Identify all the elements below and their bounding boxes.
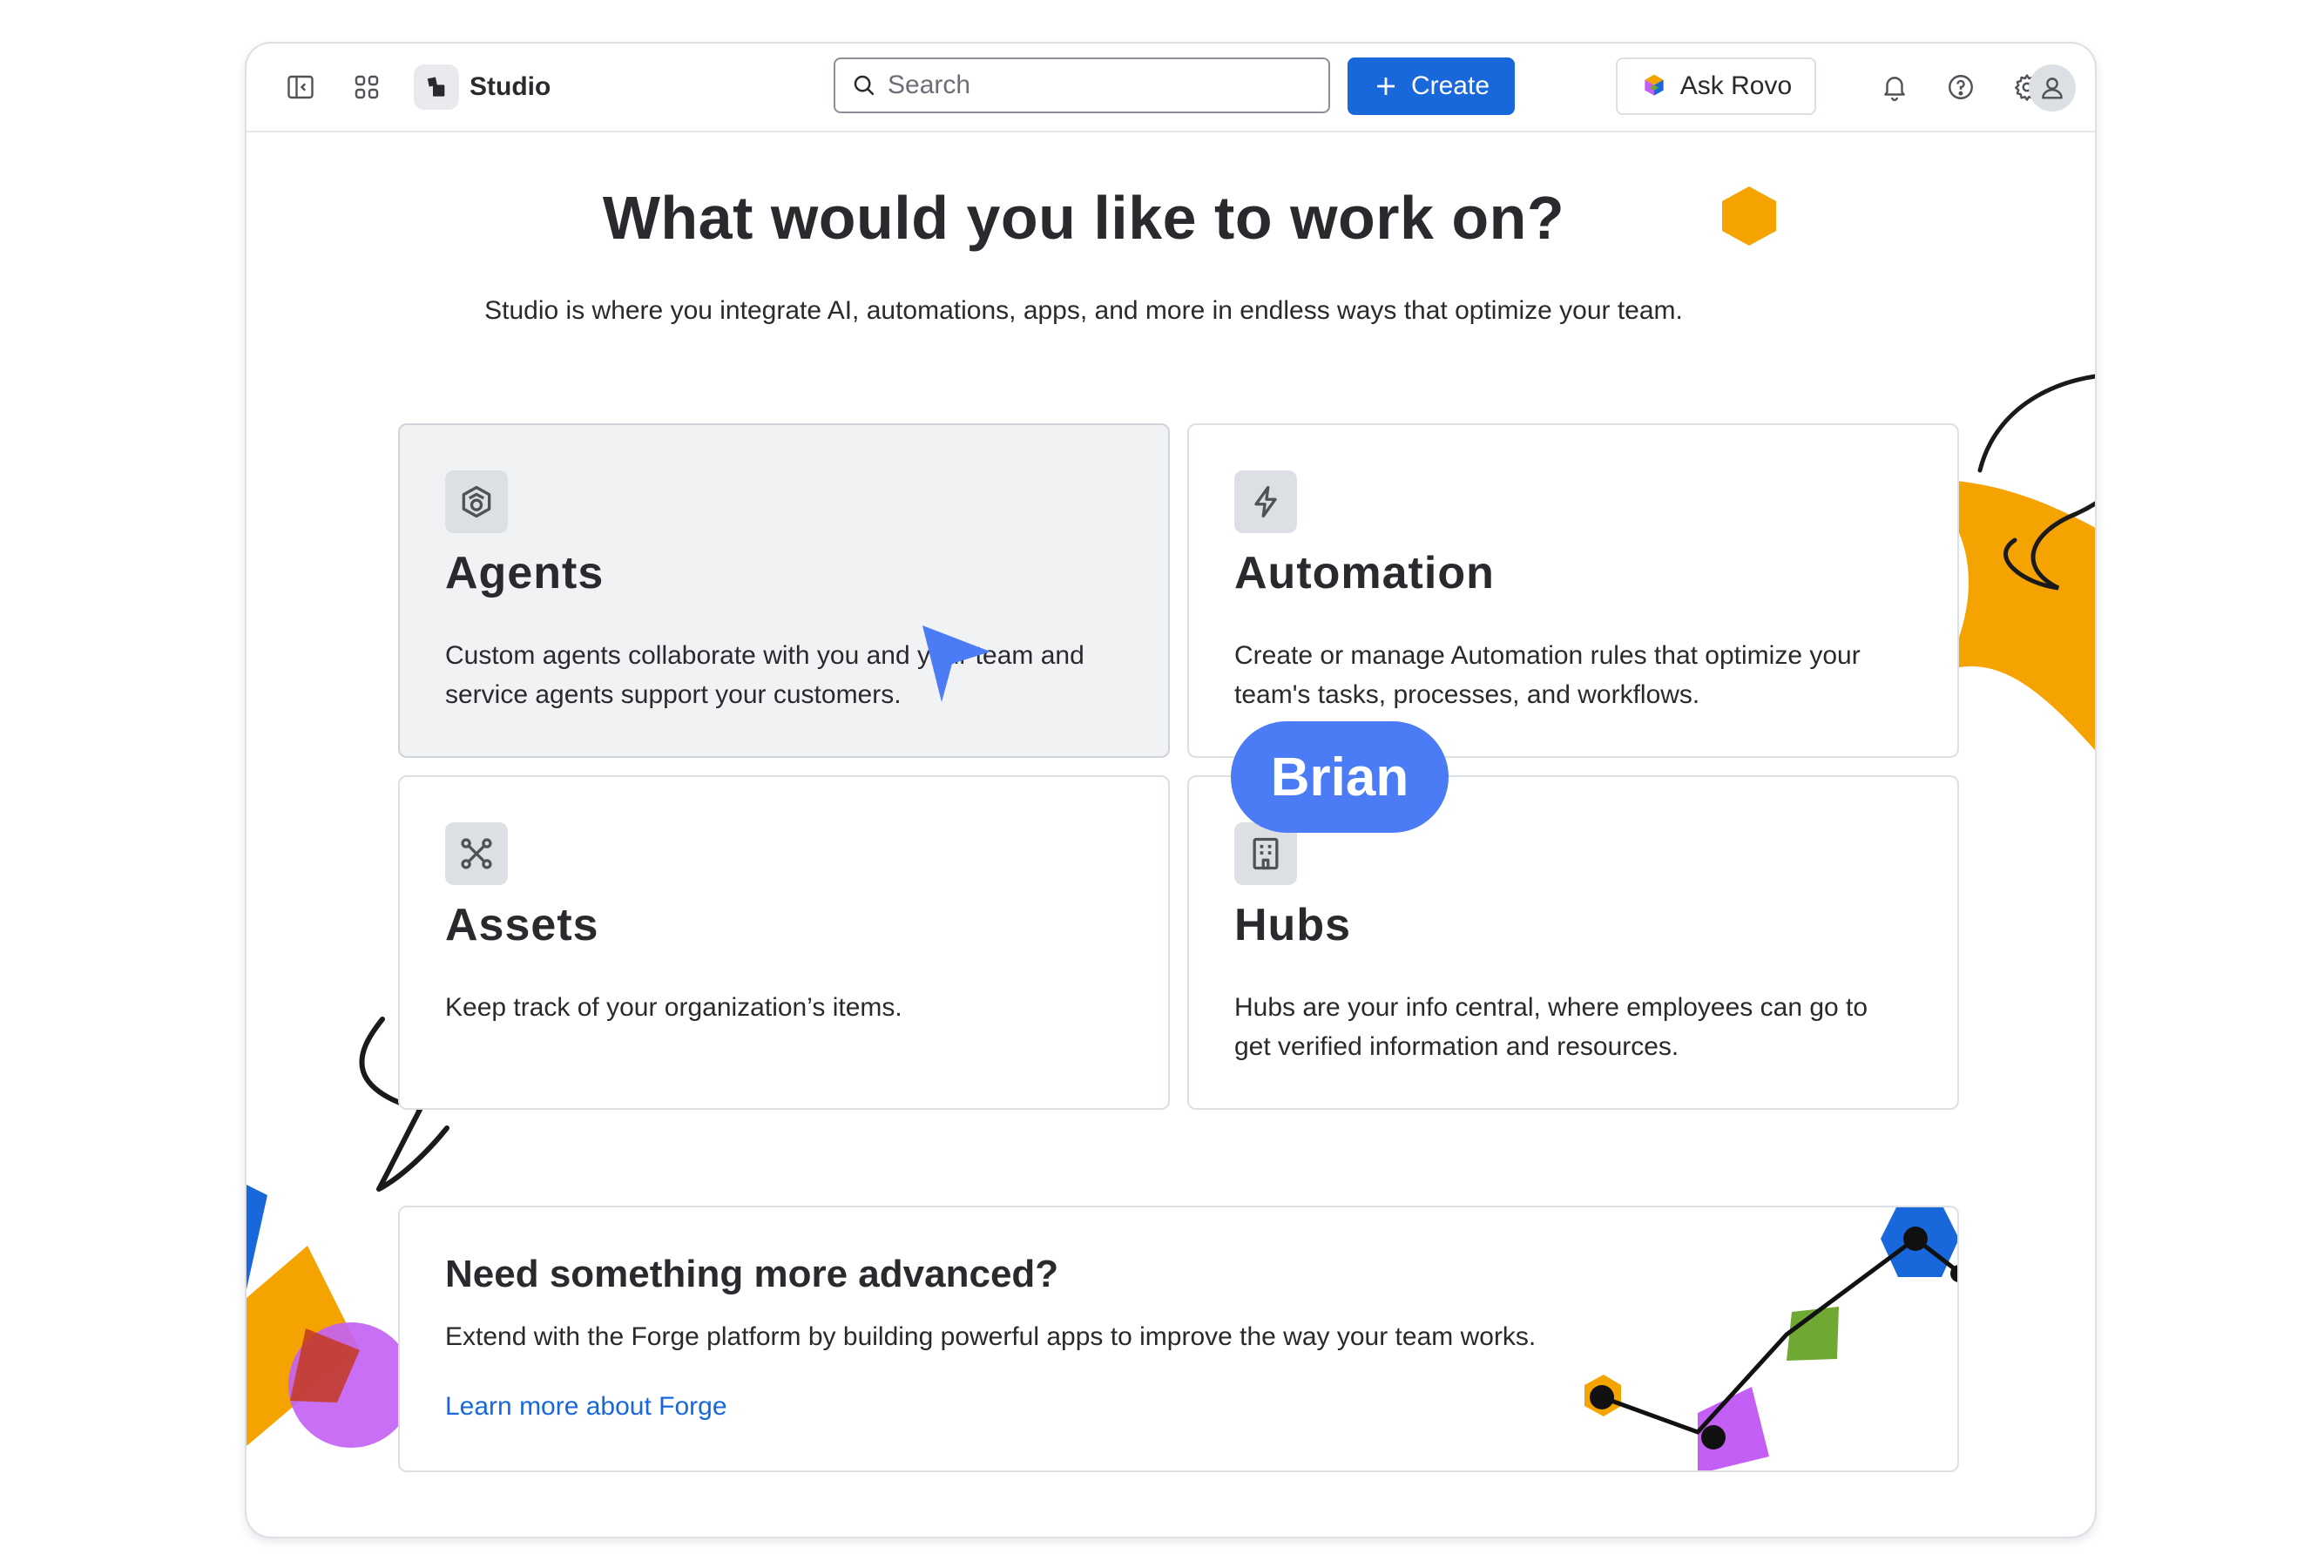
- search-input[interactable]: [888, 71, 1288, 100]
- collaborator-name-tag: Brian: [1231, 721, 1449, 833]
- agents-card[interactable]: Agents Custom agents collaborate with yo…: [398, 423, 1170, 758]
- page-subtitle: Studio is where you integrate AI, automa…: [484, 296, 1683, 325]
- card-title: Hubs: [1234, 900, 1351, 950]
- collaborator-cursor-icon: [922, 625, 990, 702]
- bell-icon[interactable]: [1872, 64, 1917, 110]
- forge-graph-decoration: [1584, 1207, 1957, 1470]
- card-title: Agents: [445, 548, 605, 598]
- ask-rovo-button[interactable]: Ask Rovo: [1616, 57, 1816, 115]
- studio-window: Studio Create: [245, 42, 2097, 1538]
- search-icon: [851, 72, 877, 98]
- rovo-icon: [1640, 72, 1668, 100]
- plus-icon: [1373, 73, 1399, 99]
- automation-card[interactable]: Automation Create or manage Automation r…: [1187, 423, 1959, 758]
- help-icon[interactable]: [1938, 64, 1983, 110]
- forge-title: Need something more advanced?: [445, 1253, 1059, 1295]
- forge-description: Extend with the Forge platform by buildi…: [445, 1322, 1537, 1351]
- studio-logo-icon[interactable]: [414, 64, 459, 110]
- page-headline: What would you like to work on?: [602, 184, 1565, 252]
- create-button[interactable]: Create: [1348, 57, 1515, 115]
- search-field[interactable]: [834, 57, 1330, 113]
- learn-more-forge-link[interactable]: Learn more about Forge: [445, 1392, 727, 1422]
- top-navigation-bar: Studio Create: [247, 44, 2095, 132]
- card-title: Assets: [445, 900, 599, 950]
- card-description: Create or manage Automation rules that o…: [1234, 641, 1861, 709]
- nodes-icon: [445, 822, 508, 885]
- agent-hexagon-icon: [445, 470, 508, 533]
- card-description: Custom agents collaborate with you and y…: [445, 641, 1084, 709]
- user-icon: [2037, 73, 2067, 103]
- create-label: Create: [1410, 71, 1490, 100]
- user-avatar[interactable]: [2029, 64, 2076, 112]
- card-title: Automation: [1234, 548, 1495, 598]
- app-switcher-icon[interactable]: [344, 64, 389, 110]
- lightning-icon: [1234, 470, 1297, 533]
- sidebar-toggle-icon[interactable]: [278, 64, 323, 110]
- card-description: Keep track of your organization’s items.: [445, 993, 902, 1022]
- ask-rovo-label: Ask Rovo: [1679, 71, 1793, 100]
- forge-banner: Need something more advanced? Extend wit…: [398, 1206, 1959, 1472]
- assets-card[interactable]: Assets Keep track of your organization’s…: [398, 775, 1170, 1110]
- app-name[interactable]: Studio: [470, 68, 551, 106]
- card-description: Hubs are your info central, where employ…: [1234, 993, 1868, 1061]
- left-color-shapes-decoration: [247, 1185, 414, 1448]
